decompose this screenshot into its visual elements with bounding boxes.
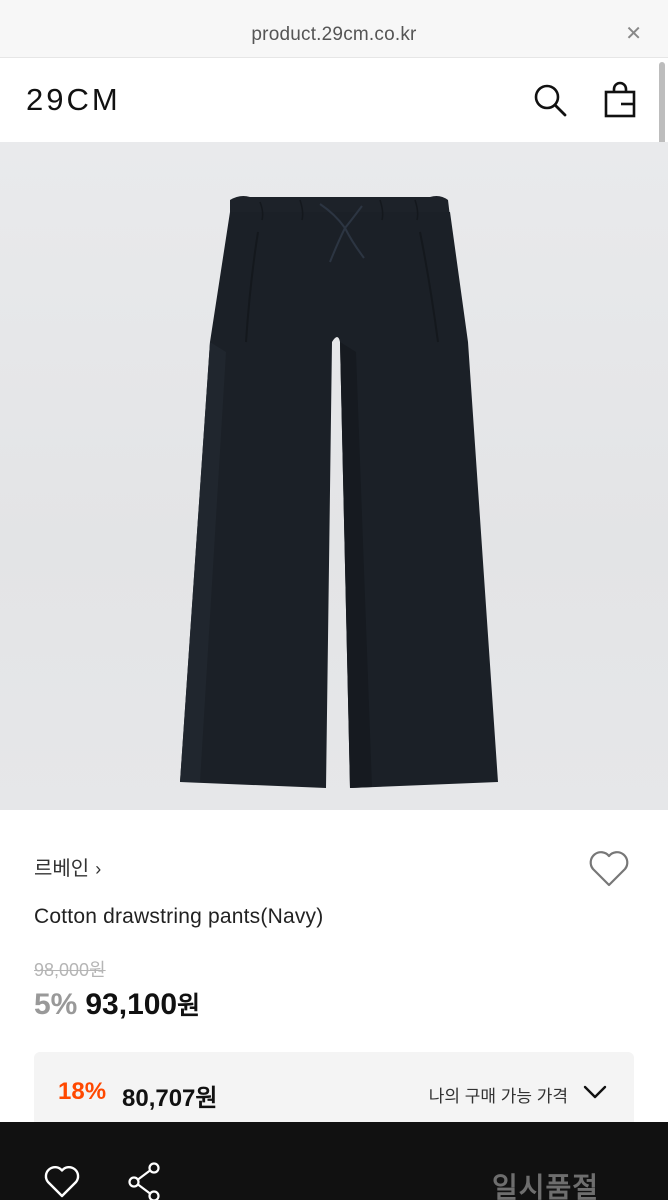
discount-rate: 5% (34, 988, 78, 1021)
chevron-down-icon[interactable] (582, 1082, 608, 1102)
sale-price-unit: 원 (177, 992, 201, 1020)
heart-outline-icon[interactable] (586, 846, 632, 890)
my-price: 80,707원 (122, 1085, 218, 1112)
product-image (0, 142, 668, 810)
brand-name: 르베인 (34, 858, 90, 880)
site-logo[interactable]: 29CM (26, 82, 121, 118)
pants-illustration (180, 196, 498, 788)
search-icon[interactable] (528, 78, 572, 122)
site-header: 29CM (0, 58, 668, 142)
sale-price: 93,100 (85, 988, 178, 1021)
sold-out-button[interactable]: 일시품절 (492, 1166, 599, 1200)
original-price: 98,000원 (34, 960, 106, 980)
my-discount-rate: 18% (58, 1078, 107, 1105)
share-icon[interactable] (124, 1160, 164, 1200)
bottom-action-bar: 일시품절 (0, 1122, 668, 1200)
url-text[interactable]: product.29cm.co.kr (0, 24, 668, 46)
chevron-right-icon: › (95, 859, 102, 879)
product-page: product.29cm.co.kr ✕ 29CM 르베인 › Cotton d… (0, 0, 668, 1200)
sale-price-line: 5% 93,100원 (34, 986, 200, 1022)
my-price-label: 나의 구매 가능 가격 (428, 1087, 568, 1106)
heart-outline-icon[interactable] (42, 1162, 82, 1200)
close-icon[interactable]: ✕ (625, 24, 642, 44)
shopping-bag-icon[interactable] (598, 78, 642, 122)
brand-link[interactable]: 르베인 › (34, 852, 101, 881)
my-purchase-price-box[interactable]: 18% 80,707원 나의 구매 가능 가격 (34, 1052, 634, 1132)
browser-url-bar: product.29cm.co.kr ✕ (0, 0, 668, 58)
product-name: Cotton drawstring pants(Navy) (34, 905, 324, 928)
